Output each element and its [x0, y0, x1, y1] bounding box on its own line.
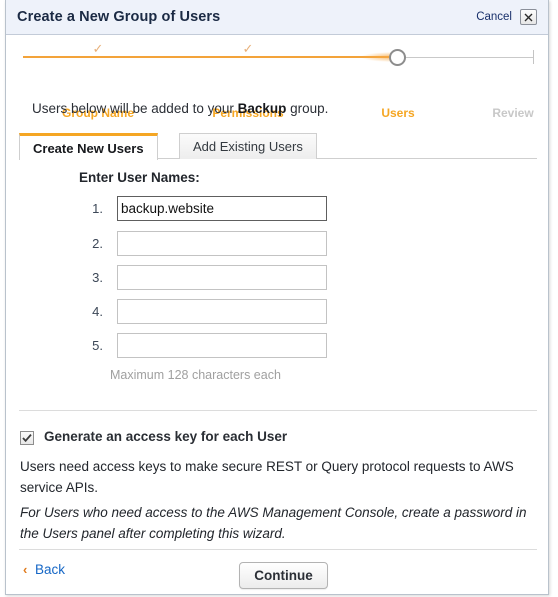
step-check-icon-permissions: ✓ — [242, 41, 254, 56]
user-name-input-5[interactable] — [117, 333, 327, 358]
tab-bar: Create New Users Add Existing Users — [19, 133, 537, 160]
create-group-dialog: Create a New Group of Users Cancel ✓ ✓ G… — [5, 0, 549, 595]
user-name-number-1: 1. — [92, 201, 103, 216]
user-name-number-3: 3. — [92, 270, 103, 285]
intro-prefix: Users below will be added to your — [32, 101, 238, 116]
user-name-input-2[interactable] — [117, 231, 327, 256]
tab-create-new-users[interactable]: Create New Users — [19, 133, 158, 160]
close-x-icon — [524, 13, 533, 22]
step-marker-users — [389, 49, 406, 66]
close-button[interactable] — [520, 9, 537, 25]
console-password-note: For Users who need access to the AWS Man… — [20, 505, 527, 541]
back-link[interactable]: Back — [35, 562, 65, 577]
divider-above-access-key — [19, 410, 537, 411]
progress-end-tick — [533, 50, 534, 64]
user-name-number-5: 5. — [92, 338, 103, 353]
cancel-link[interactable]: Cancel — [476, 11, 512, 23]
user-name-number-2: 2. — [92, 236, 103, 251]
form-heading: Enter User Names: — [79, 170, 200, 185]
step-label-users[interactable]: Users — [338, 106, 458, 120]
generate-access-key-label[interactable]: Generate an access key for each User — [44, 429, 287, 444]
step-check-icon-group-name: ✓ — [92, 41, 104, 56]
continue-button[interactable]: Continue — [239, 562, 328, 589]
user-name-input-3[interactable] — [117, 265, 327, 290]
progress-line-completed — [23, 56, 391, 58]
back-chevron-icon: ‹ — [23, 562, 28, 577]
intro-group-name: Backup — [237, 101, 287, 116]
dialog-titlebar: Create a New Group of Users Cancel — [6, 0, 548, 35]
user-name-input-1[interactable] — [117, 196, 327, 221]
wizard-progress: ✓ ✓ Group Name Permissions Users Review — [6, 35, 548, 120]
progress-line-remaining — [403, 56, 533, 58]
generate-access-key-checkbox[interactable] — [20, 431, 34, 445]
tab-add-existing-users[interactable]: Add Existing Users — [179, 133, 317, 159]
dialog-title: Create a New Group of Users — [17, 9, 221, 25]
step-label-review: Review — [492, 106, 534, 120]
intro-suffix: group. — [286, 101, 329, 116]
access-key-description: Users need access keys to make secure RE… — [20, 459, 514, 495]
intro-text: Users below will be added to your Backup… — [32, 101, 328, 116]
user-name-number-4: 4. — [92, 304, 103, 319]
checkmark-icon — [22, 434, 32, 443]
user-name-input-4[interactable] — [117, 299, 327, 324]
max-characters-hint: Maximum 128 characters each — [110, 368, 281, 382]
divider-above-footer — [19, 549, 537, 550]
